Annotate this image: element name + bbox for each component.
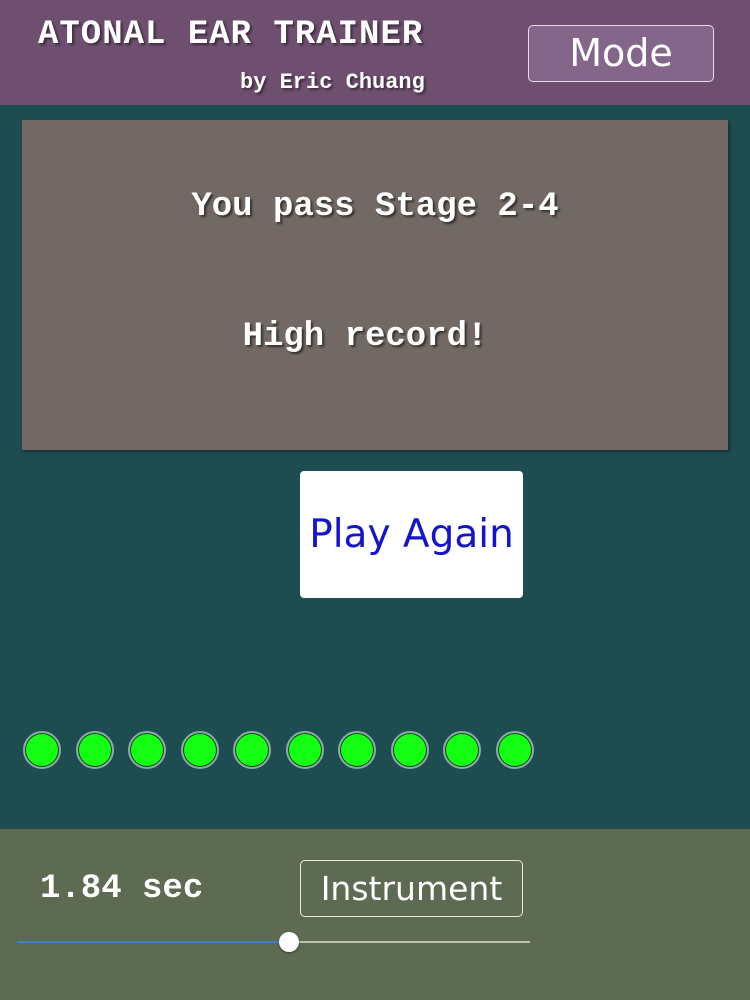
play-again-button[interactable]: Play Again [300,471,523,598]
duration-readout: 1.84 sec [40,870,204,908]
stage-pass-message: You pass Stage 2-4 [191,188,559,226]
progress-dot [180,731,219,769]
app-title: ATONAL EAR TRAINER [38,16,424,54]
header-bar: ATONAL EAR TRAINER by Eric Chuang Mode [0,0,750,105]
slider-thumb[interactable] [278,932,299,952]
mode-button[interactable]: Mode [528,25,714,82]
progress-dot [75,731,114,769]
result-panel [22,120,728,450]
progress-dot [128,731,166,769]
duration-slider[interactable] [17,932,530,952]
progress-dot [390,731,429,769]
instrument-button[interactable]: Instrument [300,860,523,917]
progress-dot [233,731,271,769]
progress-dot [338,731,376,769]
slider-fill [17,941,289,943]
progress-dot [23,731,61,769]
progress-dot [495,731,534,769]
bottom-controls: 1.84 sec Instrument [0,829,750,1000]
high-record-message: High record! [242,318,488,356]
app-author: by Eric Chuang [240,70,425,95]
progress-dot [443,731,481,769]
progress-dot [285,731,324,769]
app-screen: ATONAL EAR TRAINER by Eric Chuang Mode Y… [0,0,750,1000]
